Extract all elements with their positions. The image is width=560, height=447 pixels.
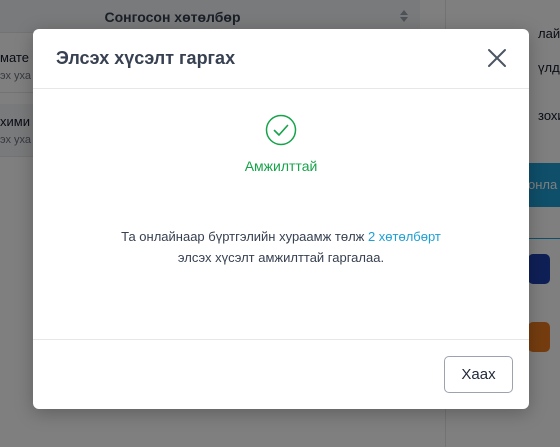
enrollment-request-dialog: Элсэх хүсэлт гаргах Амжилттай Та онлайна…	[33, 29, 529, 409]
message-text: элсэх хүсэлт амжилттай гаргалаа.	[177, 250, 385, 265]
dialog-message: Та онлайнаар бүртгэлийн хураамж төлж 2 х…	[53, 226, 509, 268]
close-icon[interactable]	[485, 46, 509, 70]
dialog-header: Элсэх хүсэлт гаргах	[33, 29, 529, 89]
dialog-title: Элсэх хүсэлт гаргах	[56, 48, 236, 68]
close-button[interactable]: Хаах	[444, 356, 513, 393]
message-text: Та онлайнаар бүртгэлийн хураамж төлж	[121, 229, 368, 244]
success-status-label: Амжилттай	[244, 158, 318, 174]
programs-link[interactable]: 2 хөтөлбөрт	[368, 229, 441, 244]
dialog-footer-divider	[33, 339, 529, 340]
success-check-icon	[265, 114, 297, 146]
page: Сонгосон хөтөлбөр мате эх уха хими эх ух…	[0, 0, 560, 447]
